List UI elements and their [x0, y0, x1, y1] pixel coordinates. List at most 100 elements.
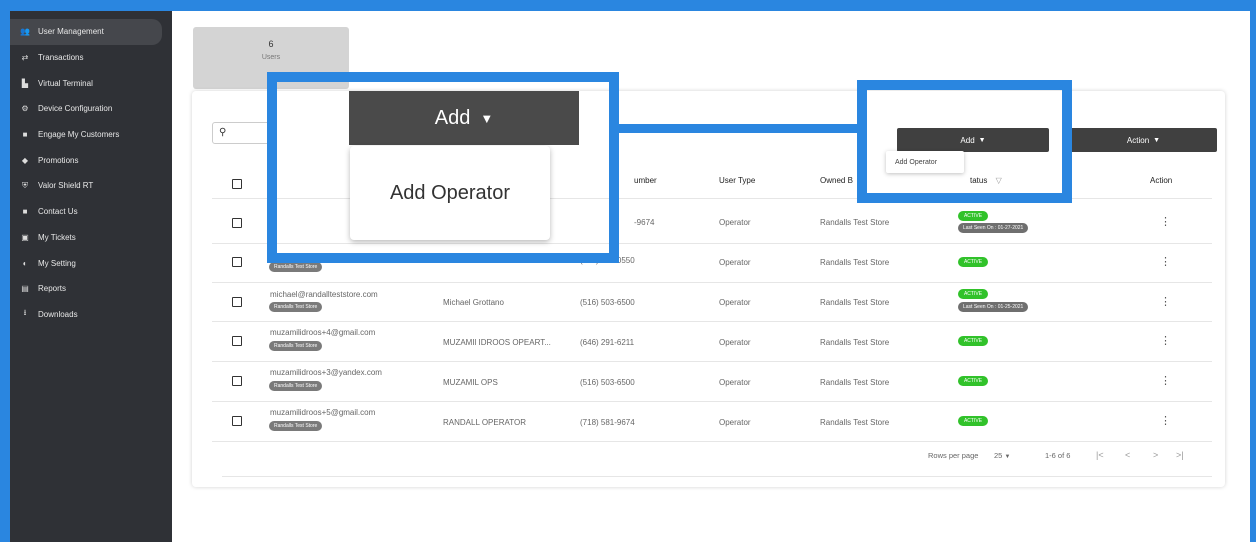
- status-badge: ACTIVE: [958, 376, 988, 386]
- first-page-icon[interactable]: |<: [1096, 450, 1104, 460]
- last-seen-badge: Last Seen On : 01-25-2021: [958, 302, 1029, 312]
- sidebar-item-label: Engage My Customers: [38, 130, 120, 140]
- row-checkbox[interactable]: [232, 416, 242, 426]
- sidebar-item-label: Transactions: [38, 53, 84, 63]
- row-divider: [212, 401, 1212, 402]
- footer-divider: [222, 476, 1212, 477]
- setting-icon: ◐: [22, 258, 28, 268]
- engage-icon: ■: [22, 130, 28, 140]
- row-phone: (516) 503-6500: [580, 378, 635, 387]
- users-count-label: Users: [261, 54, 281, 61]
- callout-connector: [619, 124, 857, 133]
- row-checkbox[interactable]: [232, 257, 242, 267]
- sidebar-item-contact-us[interactable]: ■ Contact Us: [10, 199, 172, 225]
- sidebar-item-downloads[interactable]: ⭳ Downloads: [10, 302, 172, 328]
- users-count-value: 6: [268, 39, 274, 49]
- store-tag: Randalls Test Store: [269, 262, 323, 272]
- column-header-phone[interactable]: umber: [634, 176, 657, 185]
- row-phone: (646) 291-6211: [580, 338, 635, 347]
- row-owned-by: Randalls Test Store: [820, 298, 890, 307]
- contact-icon: ■: [22, 207, 28, 217]
- row-actions-menu-icon[interactable]: ⋮: [1160, 215, 1171, 228]
- shield-icon: ⛨: [22, 180, 28, 190]
- row-actions-menu-icon[interactable]: ⋮: [1160, 295, 1171, 308]
- sidebar-item-reports[interactable]: ▤ Reports: [10, 276, 172, 302]
- rows-per-page-select[interactable]: 25 ▼: [994, 451, 1010, 460]
- row-user-type: Operator: [719, 338, 751, 347]
- store-tag: Randalls Test Store: [269, 341, 323, 351]
- column-header-user-type[interactable]: User Type: [719, 176, 755, 185]
- row-phone: -9674: [634, 218, 655, 227]
- row-user-type: Operator: [719, 378, 751, 387]
- sidebar-item-device-configuration[interactable]: ⚙ Device Configuration: [10, 96, 172, 122]
- last-seen-badge: Last Seen On : 01-27-2021: [958, 223, 1029, 233]
- status-badge: ACTIVE: [958, 336, 988, 346]
- row-actions-menu-icon[interactable]: ⋮: [1160, 334, 1171, 347]
- sidebar-item-label: Contact Us: [38, 207, 78, 217]
- row-email: muzamilidroos+5@gmail.com: [270, 408, 376, 417]
- status-badge: ACTIVE: [958, 211, 988, 221]
- focus-highlight-frame: [857, 80, 1072, 203]
- row-user-type: Operator: [719, 298, 751, 307]
- action-button[interactable]: Action ▼: [1070, 128, 1217, 152]
- sidebar-item-transactions[interactable]: ⇄ Transactions: [10, 45, 172, 71]
- sidebar-item-engage-my-customers[interactable]: ■ Engage My Customers: [10, 122, 172, 148]
- row-actions-menu-icon[interactable]: ⋮: [1160, 255, 1171, 268]
- row-user-type: Operator: [719, 418, 751, 427]
- prev-page-icon[interactable]: <: [1125, 450, 1130, 460]
- row-actions-menu-icon[interactable]: ⋮: [1160, 374, 1171, 387]
- row-actions-menu-icon[interactable]: ⋮: [1160, 414, 1171, 427]
- row-checkbox[interactable]: [232, 336, 242, 346]
- row-checkbox[interactable]: [232, 376, 242, 386]
- row-divider: [212, 282, 1212, 283]
- users-icon: 👥: [20, 27, 30, 37]
- row-divider: [212, 321, 1212, 322]
- rows-per-page-label: Rows per page: [928, 451, 979, 460]
- row-checkbox[interactable]: [232, 218, 242, 228]
- last-page-icon[interactable]: >|: [1176, 450, 1184, 460]
- status-badge: ACTIVE: [958, 257, 988, 267]
- sidebar-item-label: User Management: [38, 27, 104, 37]
- sidebar-item-user-management[interactable]: 👥 User Management: [10, 19, 162, 45]
- search-icon: ⚲: [219, 127, 227, 138]
- select-all-checkbox[interactable]: [232, 179, 242, 189]
- download-icon: ⭳: [23, 308, 27, 318]
- sidebar-item-label: Valor Shield RT: [38, 181, 94, 191]
- row-user-type: Operator: [719, 218, 751, 227]
- sidebar-item-label: Downloads: [38, 309, 78, 319]
- row-checkbox[interactable]: [232, 297, 242, 307]
- row-name: RANDALL OPERATOR: [443, 418, 526, 427]
- sidebar-item-label: Device Configuration: [38, 104, 113, 114]
- row-phone: (718) 581-9674: [580, 418, 635, 427]
- device-icon: ⚙: [21, 104, 29, 114]
- column-header-action: Action: [1150, 176, 1173, 185]
- sidebar-item-label: Virtual Terminal: [38, 78, 93, 88]
- row-name: MUZAMIL OPS: [443, 378, 498, 387]
- zoom-highlight-frame: [267, 72, 619, 263]
- ticket-icon: ▣: [21, 232, 29, 242]
- sidebar: 👥 User Management ⇄ Transactions ▙ Virtual …: [10, 11, 172, 542]
- tag-icon: ◆: [21, 155, 29, 165]
- pagination-range: 1-6 of 6: [1045, 451, 1071, 460]
- sidebar-item-my-setting[interactable]: ◐ My Setting: [10, 250, 172, 276]
- status-badge: ACTIVE: [958, 416, 988, 426]
- row-user-type: Operator: [719, 258, 751, 267]
- sidebar-item-label: My Setting: [38, 258, 76, 268]
- sidebar-item-promotions[interactable]: ◆ Promotions: [10, 147, 172, 173]
- sidebar-item-my-tickets[interactable]: ▣ My Tickets: [10, 225, 172, 251]
- row-owned-by: Randalls Test Store: [820, 218, 890, 227]
- row-divider: [212, 441, 1212, 442]
- row-phone: (516) 503-6500: [580, 298, 635, 307]
- sidebar-item-valor-shield-rt[interactable]: ⛨ Valor Shield RT: [10, 173, 172, 199]
- status-badge: ACTIVE: [958, 289, 988, 299]
- search-input[interactable]: ⚲: [212, 122, 272, 144]
- column-header-owned-by[interactable]: Owned B: [820, 176, 853, 185]
- caret-down-icon: ▼: [1153, 136, 1161, 144]
- sidebar-item-label: Reports: [38, 284, 67, 294]
- row-owned-by: Randalls Test Store: [820, 258, 890, 267]
- sidebar-item-virtual-terminal[interactable]: ▙ Virtual Terminal: [10, 70, 172, 96]
- transactions-icon: ⇄: [21, 53, 29, 63]
- row-divider: [212, 361, 1212, 362]
- report-icon: ▤: [21, 284, 29, 294]
- next-page-icon[interactable]: >: [1153, 450, 1158, 460]
